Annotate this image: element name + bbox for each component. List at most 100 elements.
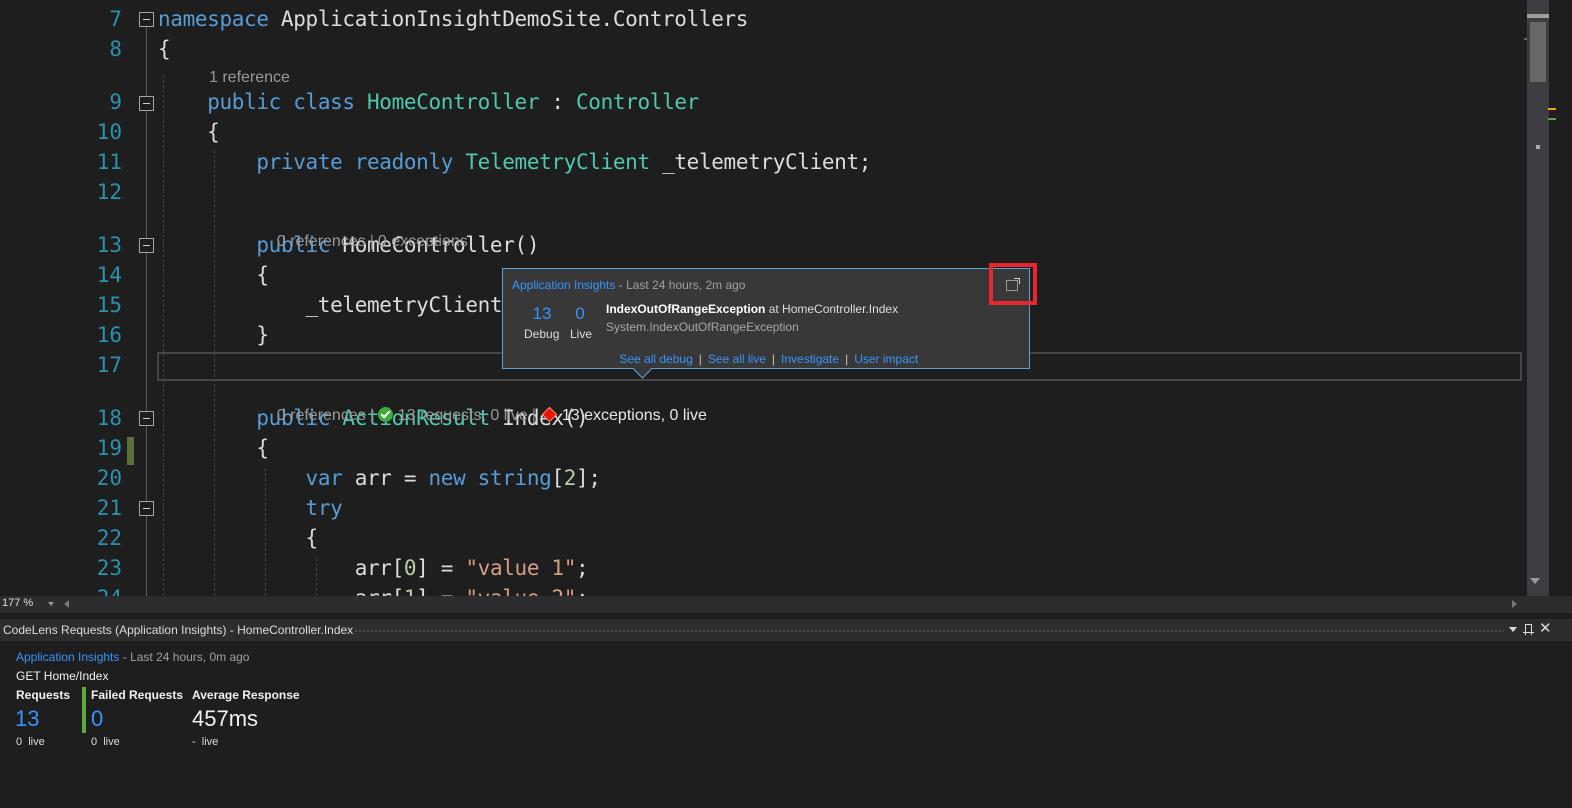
scrollbar-track[interactable]: [1527, 0, 1549, 596]
code-token: HomeController: [367, 90, 540, 114]
code-text[interactable]: namespace ApplicationInsightDemoSite.Con…: [158, 4, 748, 34]
code-token: {: [158, 526, 319, 550]
code-line[interactable]: 13 public HomeController(): [0, 230, 1524, 260]
code-text[interactable]: private readonly TelemetryClient _teleme…: [158, 147, 871, 177]
codelens-ctor-exceptions[interactable]: 0 exceptions: [378, 233, 468, 250]
zoom-dropdown-icon[interactable]: [48, 602, 54, 606]
panel-source-link[interactable]: Application Insights: [16, 650, 119, 664]
code-token: ;: [576, 586, 589, 596]
code-text[interactable]: {: [158, 433, 269, 463]
collapse-class-button[interactable]: [139, 96, 154, 111]
codelens-ctor-references[interactable]: 0 references: [277, 233, 366, 250]
pin-icon[interactable]: [1523, 624, 1534, 635]
collapse-index-button[interactable]: [139, 411, 154, 426]
code-token: readonly: [354, 150, 454, 174]
code-text[interactable]: _telemetryClient: [158, 290, 503, 320]
scroll-down-arrow-icon[interactable]: [1530, 578, 1540, 584]
codelens-index: 0 references | 13 requests, 0 live | 13 exce…: [259, 383, 707, 424]
line-number: 20: [96, 466, 122, 490]
line-number: 12: [96, 180, 122, 204]
codelens-index-references[interactable]: 0 references: [277, 407, 366, 424]
code-text[interactable]: {: [158, 117, 220, 147]
code-line[interactable]: 8{: [0, 34, 1524, 64]
code-line[interactable]: 9 public class HomeController : Controll…: [0, 87, 1524, 117]
code-text[interactable]: public class HomeController : Controller: [158, 87, 699, 117]
code-token: "value 1": [465, 556, 576, 580]
code-line[interactable]: 18 public ActionResult Index(): [0, 403, 1524, 433]
tool-window-title-bar[interactable]: CodeLens Requests (Application Insights)…: [0, 619, 1572, 641]
code-text[interactable]: {: [158, 523, 319, 553]
code-line[interactable]: 21 try: [0, 493, 1524, 523]
line-number: 7: [109, 7, 122, 31]
panel-header: Application Insights - Last 24 hours, 0m…: [16, 650, 249, 664]
codelens-index-requests[interactable]: 13 requests, 0 live: [398, 407, 528, 424]
code-token: private: [256, 150, 343, 174]
code-line[interactable]: 10 {: [0, 117, 1524, 147]
code-text[interactable]: var arr = new string[2];: [158, 463, 601, 493]
failed-requests-live: 0 live: [91, 736, 120, 748]
window-options-dropdown-icon[interactable]: [1509, 627, 1517, 632]
code-line[interactable]: 12: [0, 177, 1524, 207]
collapse-constructor-button[interactable]: [139, 238, 154, 253]
codelens-class-references[interactable]: 1 reference: [209, 67, 290, 89]
code-line[interactable]: 24 arr[1] = "value 2";: [0, 583, 1524, 596]
average-response-live: - live: [192, 736, 219, 748]
user-impact-link[interactable]: User impact: [854, 352, 918, 366]
collapse-try-button[interactable]: [139, 501, 154, 516]
code-token: string: [477, 466, 552, 490]
code-text[interactable]: }: [158, 320, 269, 350]
popup-source-link[interactable]: Application Insights: [512, 278, 615, 292]
requests-value[interactable]: 13: [15, 706, 39, 732]
scroll-left-arrow-icon[interactable]: [64, 600, 69, 608]
see-all-debug-link[interactable]: See all debug: [619, 352, 692, 366]
link-separator: |: [771, 352, 776, 366]
code-line[interactable]: 7 namespace ApplicationInsightDemoSite.Co…: [0, 4, 1524, 34]
popup-links: See all debug | See all live | Investigate | U…: [606, 338, 918, 380]
close-icon[interactable]: ✕: [1539, 620, 1552, 638]
code-text[interactable]: {: [158, 34, 171, 64]
average-response-label: Average Response: [192, 688, 300, 702]
live-count[interactable]: 0: [569, 304, 591, 324]
code-token: TelemetryClient: [465, 150, 650, 174]
code-text[interactable]: arr[0] = "value 1";: [158, 553, 589, 583]
see-all-live-link[interactable]: See all live: [708, 352, 766, 366]
codelens-separator: |: [369, 233, 374, 250]
code-token: [: [551, 466, 564, 490]
scroll-right-arrow-icon[interactable]: [1512, 600, 1517, 608]
code-token: ] =: [416, 586, 465, 596]
editor-bottom-bar: 177 %: [0, 596, 1524, 613]
code-text[interactable]: arr[1] = "value 2";: [158, 583, 589, 596]
code-token: new: [428, 466, 466, 490]
code-line[interactable]: 19 {: [0, 433, 1524, 463]
code-text[interactable]: try: [158, 493, 343, 523]
zoom-level[interactable]: 177 %: [2, 597, 33, 609]
live-label: Live: [570, 327, 593, 341]
code-line[interactable]: 11 private readonly TelemetryClient _tel…: [0, 147, 1524, 177]
line-number: 14: [96, 263, 122, 287]
investigate-link[interactable]: Investigate: [781, 352, 839, 366]
line-number: 17: [96, 353, 122, 377]
failed-requests-value[interactable]: 0: [91, 706, 103, 732]
vertical-scrollbar[interactable]: [1524, 0, 1572, 596]
code-token: Controller: [576, 90, 699, 114]
code-token: namespace: [158, 7, 269, 31]
codelens-separator: |: [531, 407, 536, 424]
line-number: 16: [96, 323, 122, 347]
debug-count[interactable]: 13: [524, 304, 560, 324]
code-text[interactable]: {: [158, 260, 269, 290]
code-token: {: [158, 263, 269, 287]
collapse-namespace-button[interactable]: [139, 12, 154, 27]
code-line[interactable]: 20 var arr = new string[2];: [0, 463, 1524, 493]
codelens-index-exceptions[interactable]: 13 exceptions, 0 live: [562, 407, 707, 424]
code-line[interactable]: 22 {: [0, 523, 1524, 553]
scrollbar-split-handle[interactable]: [1527, 14, 1549, 18]
code-token: "value 2": [465, 586, 576, 596]
line-number: 23: [96, 556, 122, 580]
code-line[interactable]: 23 arr[0] = "value 1";: [0, 553, 1524, 583]
exception-diamond-icon: [541, 406, 558, 423]
scrollbar-thumb[interactable]: [1530, 22, 1546, 82]
